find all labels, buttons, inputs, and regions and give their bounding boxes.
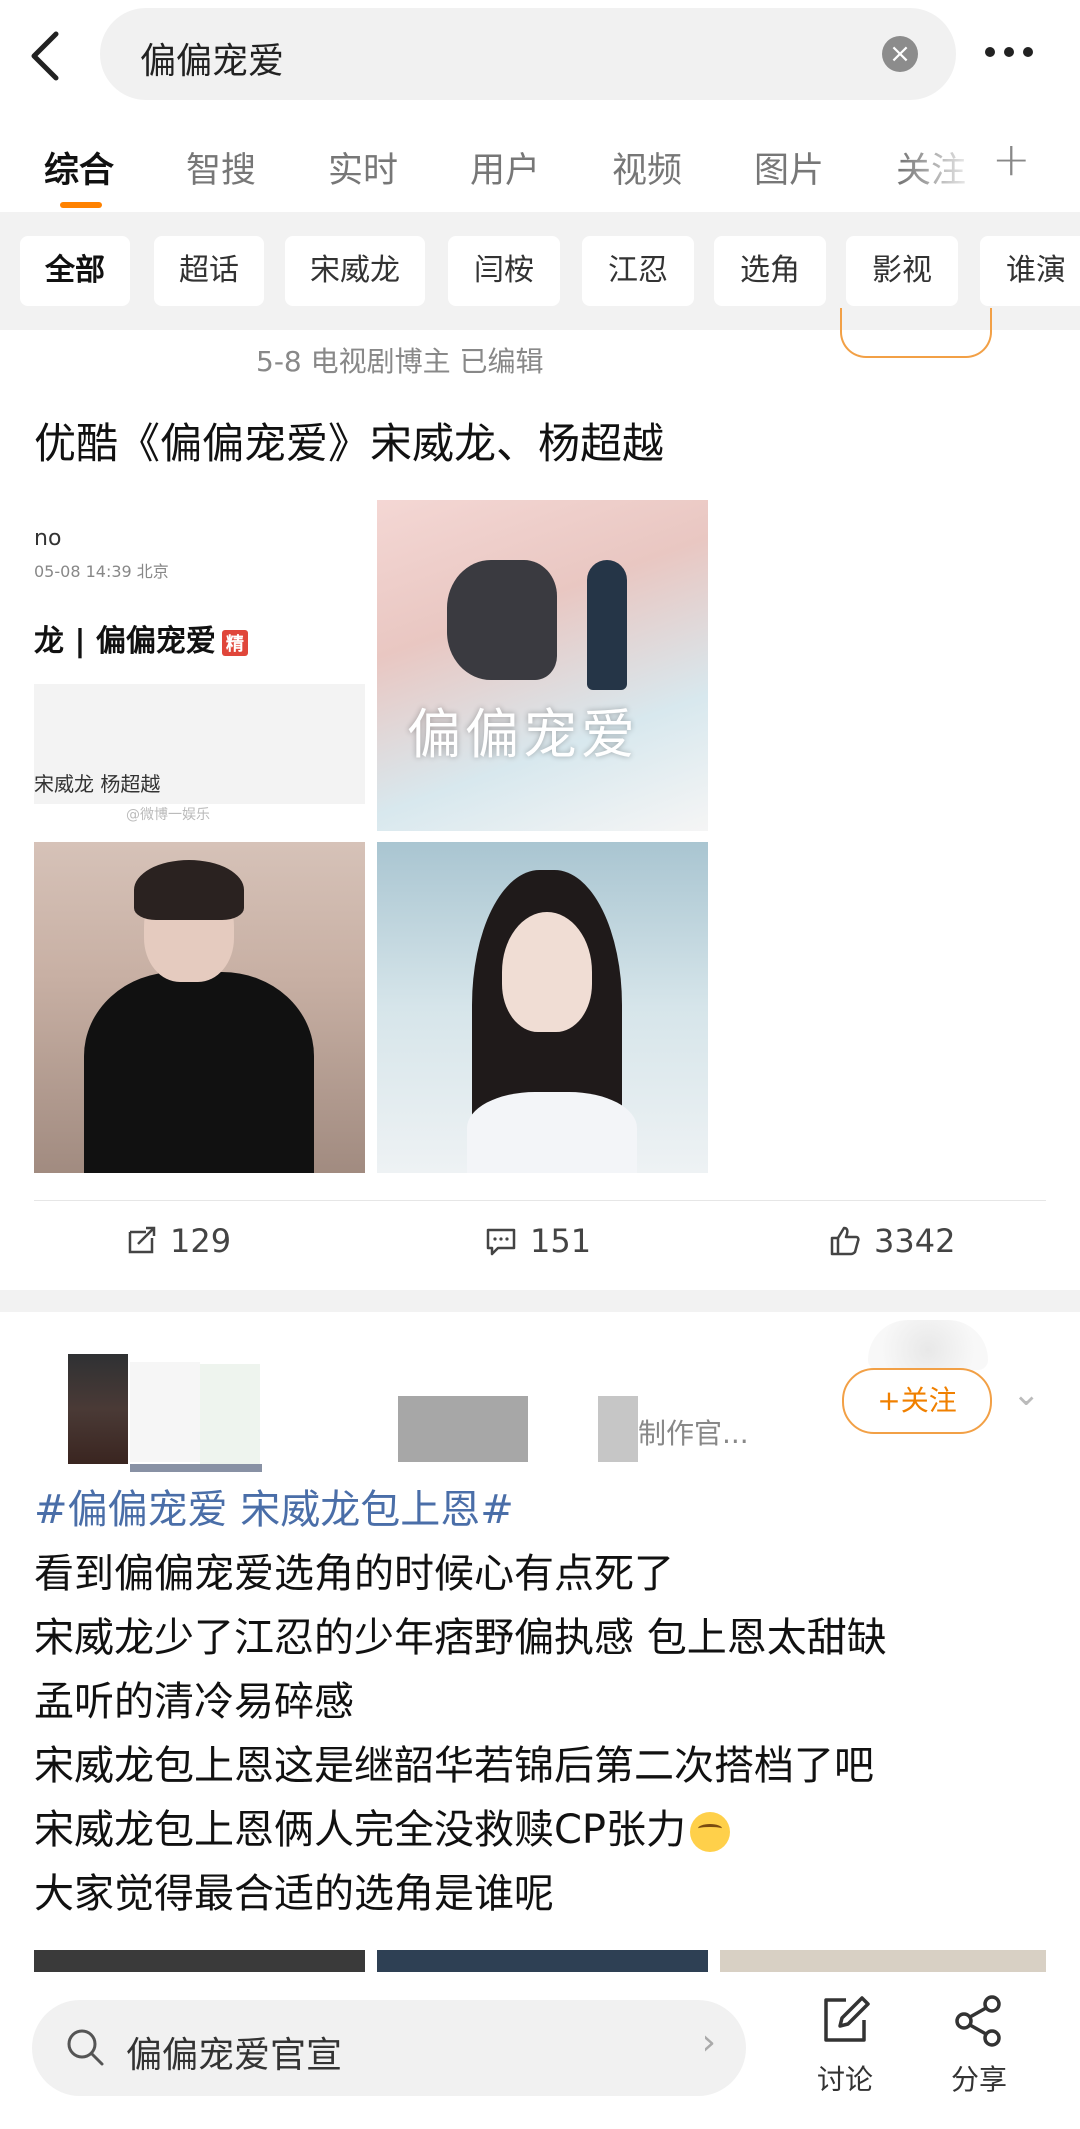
repost-button[interactable]: 129 xyxy=(124,1222,231,1260)
comment-count: 151 xyxy=(530,1222,592,1260)
screenshot-time: 05-08 14:39 北京 xyxy=(34,562,169,581)
discuss-label: 讨论 xyxy=(816,2063,873,2096)
chip-yan-an[interactable]: 闫桉 xyxy=(448,236,560,306)
post-title: 优酷《偏偏宠爱》宋威龙、杨超越 xyxy=(34,419,665,468)
discuss-button[interactable]: 讨论 xyxy=(800,1992,890,2098)
post-body: #偏偏宠爱 宋威龙包上恩# 看到偏偏宠爱选角的时候心有点死了 宋威龙少了江忍的少… xyxy=(34,1478,1054,1926)
motorcycle-illustration xyxy=(447,560,557,680)
comment-button[interactable]: 151 xyxy=(484,1222,591,1260)
search-icon xyxy=(67,2029,104,2066)
search-tabs: 综合 智搜 实时 用户 视频 图片 关注 + xyxy=(0,112,1080,212)
clear-icon[interactable]: × xyxy=(882,36,918,72)
avatar[interactable] xyxy=(68,1354,128,1464)
post-image-actor[interactable] xyxy=(34,842,365,1173)
post-image-screenshot[interactable]: no 05-08 14:39 北京 龙 | 偏偏宠爱精 宋威龙 杨超越 @微博一… xyxy=(34,500,365,831)
girl-illustration xyxy=(587,560,627,690)
share-icon xyxy=(955,1995,1001,2047)
tab-realtime[interactable]: 实时 xyxy=(328,142,398,193)
tab-video[interactable]: 视频 xyxy=(612,142,682,193)
tab-images[interactable]: 图片 xyxy=(754,142,824,193)
crown-decoration xyxy=(868,1320,988,1370)
search-query: 偏偏宠爱 xyxy=(140,41,285,82)
post-image-poster[interactable]: 偏偏宠爱 xyxy=(377,500,708,831)
related-search-text: 偏偏宠爱官宣 xyxy=(126,2035,343,2076)
bottom-bar: 偏偏宠爱官宣 › 讨论 分享 xyxy=(0,1972,1080,2129)
thumbs-up-icon xyxy=(830,1226,860,1256)
post-source: 制作官... xyxy=(638,1417,749,1450)
divider xyxy=(34,1200,1046,1201)
image-strip xyxy=(34,1950,1046,1972)
search-input[interactable]: 偏偏宠爱 × xyxy=(100,8,956,100)
chip-jiang-ren[interactable]: 江忍 xyxy=(582,236,694,306)
chip-film-tv[interactable]: 影视 xyxy=(846,236,958,306)
poster-title: 偏偏宠爱 xyxy=(407,703,639,766)
chip-super-topic[interactable]: 超话 xyxy=(154,236,264,306)
chip-casting[interactable]: 选角 xyxy=(714,236,826,306)
username-redacted xyxy=(398,1396,528,1462)
featured-badge: 精 xyxy=(221,629,248,656)
edit-icon xyxy=(824,1996,870,2042)
post-meta: 5-8 电视剧博主 已编辑 xyxy=(256,345,544,378)
follow-button[interactable]: +关注 xyxy=(842,1368,992,1434)
chip-all[interactable]: 全部 xyxy=(20,236,130,306)
chevron-down-icon[interactable]: ⌄ xyxy=(1012,1374,1041,1414)
repost-icon xyxy=(128,1226,156,1254)
screenshot-user: no xyxy=(34,526,62,551)
post-line: 宋威龙包上恩这是继韶华若锦后第二次搭档了吧 xyxy=(34,1743,874,1789)
tab-comprehensive[interactable]: 综合 xyxy=(44,142,114,193)
tab-users[interactable]: 用户 xyxy=(470,142,540,193)
add-tab-icon[interactable]: + xyxy=(992,132,1031,186)
comment-icon xyxy=(486,1228,516,1256)
top-bar: 偏偏宠爱 × xyxy=(0,0,1080,112)
post-card[interactable]: 5-8 电视剧博主 已编辑 优酷《偏偏宠爱》宋威龙、杨超越 no 05-08 1… xyxy=(0,308,1080,1290)
screenshot-names: 宋威龙 杨超越 xyxy=(34,772,161,796)
active-tab-indicator xyxy=(60,202,102,208)
chip-who-plays[interactable]: 谁演 xyxy=(980,236,1080,306)
hashtag[interactable]: #偏偏宠爱 宋威龙包上恩# xyxy=(34,1478,1054,1542)
tab-smart-search[interactable]: 智搜 xyxy=(186,142,256,193)
post-actions: 129 151 3342 xyxy=(0,1210,1080,1290)
post-line: 看到偏偏宠爱选角的时候心有点死了 xyxy=(34,1551,674,1597)
related-search[interactable]: 偏偏宠爱官宣 › xyxy=(32,2000,746,2096)
post-line: 宋威龙包上恩俩人完全没救赎CP张力 xyxy=(34,1798,1054,1862)
screenshot-topic: 龙 | 偏偏宠爱精 xyxy=(34,616,248,660)
watermark: @微博一娱乐 xyxy=(126,807,210,823)
post-line: 孟听的清冷易碎感 xyxy=(34,1679,354,1725)
post-image-actress[interactable] xyxy=(377,842,708,1173)
like-count: 3342 xyxy=(874,1222,956,1260)
chip-song-weilong[interactable]: 宋威龙 xyxy=(285,236,425,306)
post-line: 宋威龙少了江忍的少年痞野偏执感 包上恩太甜缺 xyxy=(34,1615,887,1661)
follow-button[interactable] xyxy=(840,308,992,358)
like-button[interactable]: 3342 xyxy=(828,1222,955,1260)
post-card[interactable]: 制作官... +关注 ⌄ #偏偏宠爱 宋威龙包上恩# 看到偏偏宠爱选角的时候心有… xyxy=(0,1312,1080,1972)
crying-emoji-icon xyxy=(690,1812,731,1852)
share-label: 分享 xyxy=(950,2063,1007,2096)
image-grid: no 05-08 14:39 北京 龙 | 偏偏宠爱精 宋威龙 杨超越 @微博一… xyxy=(34,500,708,1176)
post-line: 大家觉得最合适的选角是谁呢 xyxy=(34,1871,554,1917)
repost-count: 129 xyxy=(170,1222,232,1260)
chevron-right-icon: › xyxy=(701,2022,716,2063)
back-icon[interactable] xyxy=(22,26,72,86)
more-icon[interactable] xyxy=(985,42,1055,62)
share-button[interactable]: 分享 xyxy=(934,1992,1024,2098)
